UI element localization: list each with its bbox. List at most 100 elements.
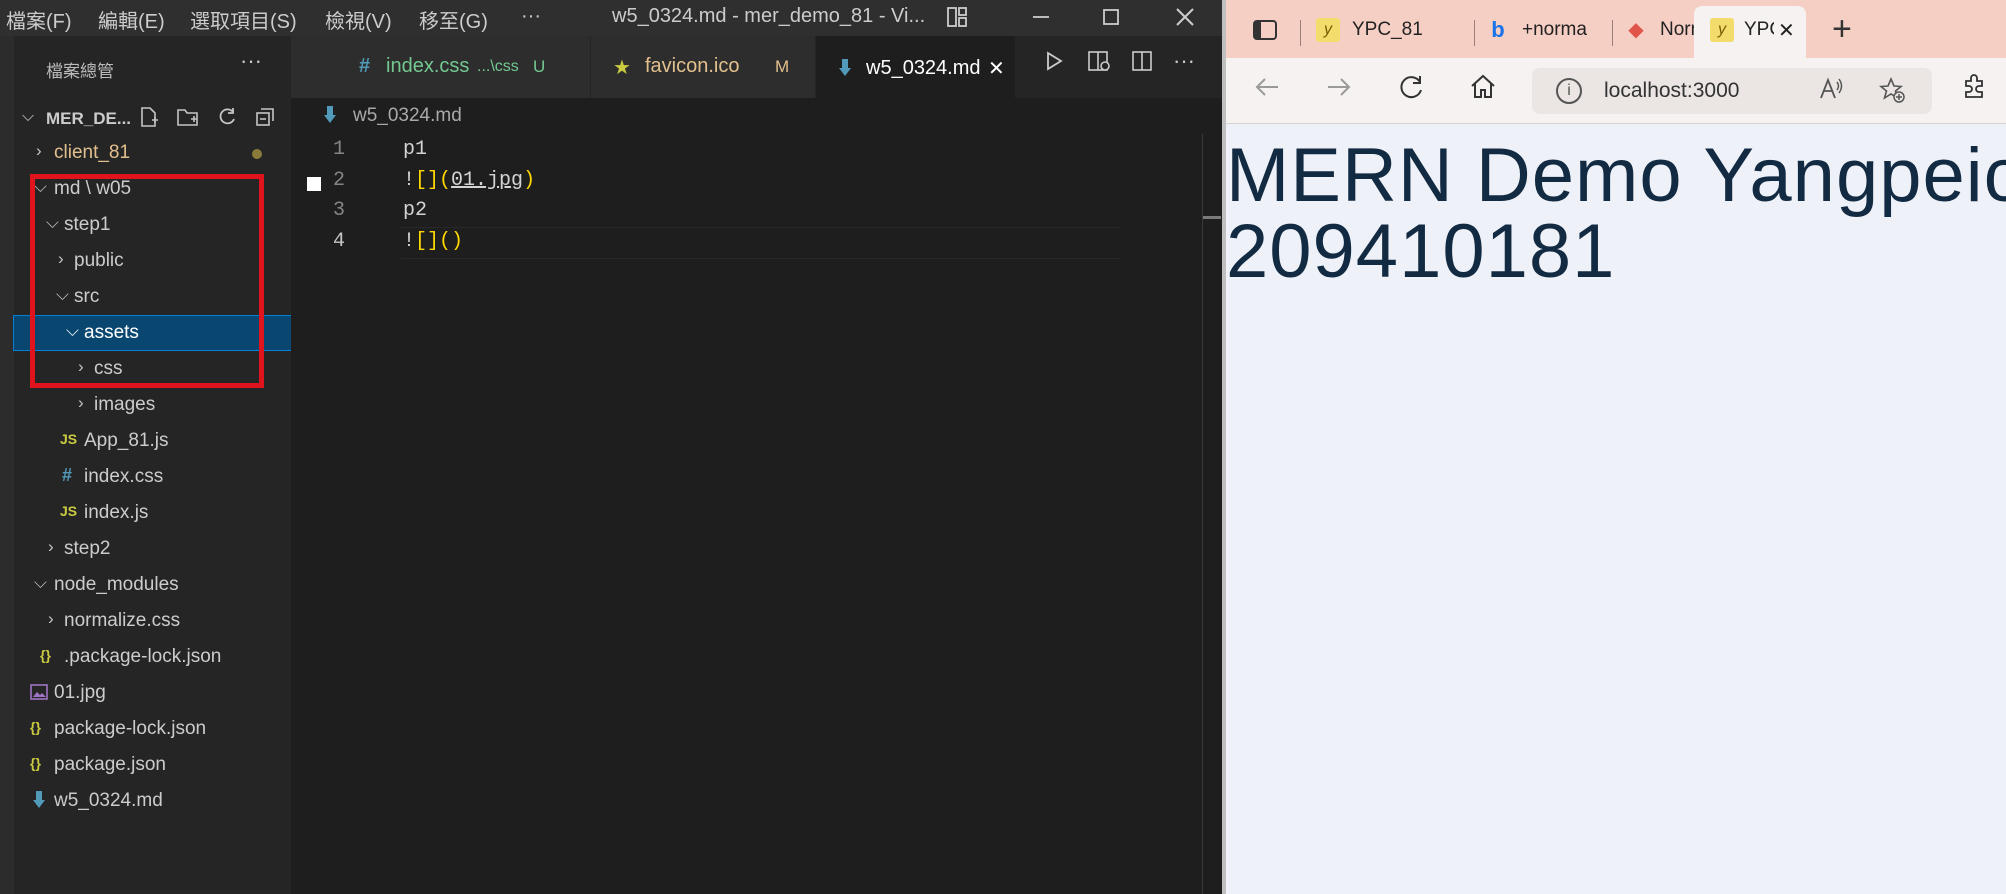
tab-index-css[interactable]: # index.css ...\css U <box>291 36 591 98</box>
breadcrumb: w5_0324.md <box>291 98 1222 134</box>
browser-tab-ypc-81[interactable]: y YPC_81 <box>1316 10 1466 52</box>
new-file-icon[interactable] <box>138 106 160 134</box>
new-tab-button[interactable]: + <box>1832 10 1852 49</box>
tree-item-label: w5_0324.md <box>54 790 163 811</box>
markdown-file-icon <box>838 58 852 84</box>
menu-view[interactable]: 檢視(V) <box>325 5 392 34</box>
home-icon[interactable] <box>1468 72 1498 109</box>
web-page-content: MERN Demo Yangpeici 209410181 <box>1226 124 2006 894</box>
tree-item-label: App_81.js <box>84 430 169 451</box>
chevron-down-icon: ⌵ <box>34 573 47 592</box>
menu-more[interactable]: ··· <box>521 5 541 28</box>
json-file-icon: {} <box>30 755 41 771</box>
browser-tab-label: YPC_81 <box>1352 19 1423 40</box>
extensions-icon[interactable] <box>1960 72 1988 107</box>
code-editor[interactable]: 1 p1 2 ![](01.jpg) 3 p2 4 ![]() <box>291 134 1222 894</box>
line-number: 3 <box>333 199 346 222</box>
menu-selection[interactable]: 選取項目(S) <box>190 5 297 34</box>
address-url[interactable]: localhost:3000 <box>1604 79 1739 103</box>
back-icon[interactable] <box>1252 72 1282 109</box>
tree-item-package-json[interactable]: {} package.json <box>14 748 291 782</box>
vscode-window: 檔案(F) 編輯(E) 選取項目(S) 檢視(V) 移至(G) ··· w5_0… <box>0 0 1222 894</box>
image-link[interactable]: 01.jpg <box>451 169 523 192</box>
title-bar: 檔案(F) 編輯(E) 選取項目(S) 檢視(V) 移至(G) ··· w5_0… <box>0 0 1222 36</box>
new-folder-icon[interactable] <box>176 106 200 134</box>
tree-item-step2[interactable]: › step2 <box>14 532 291 566</box>
chevron-right-icon: › <box>48 537 54 556</box>
tree-item-index-css[interactable]: # index.css <box>14 460 291 494</box>
refresh-icon[interactable] <box>1396 72 1426 109</box>
editor-scrollbar[interactable] <box>1202 134 1222 894</box>
open-preview-icon[interactable] <box>1087 50 1111 79</box>
yahoo-favicon-icon: y <box>1316 18 1340 42</box>
tree-item-w5-0324-md[interactable]: w5_0324.md <box>14 784 291 818</box>
minimize-icon[interactable] <box>1024 2 1058 32</box>
add-favorite-icon[interactable] <box>1878 76 1906 111</box>
tab-close-icon[interactable]: ✕ <box>988 56 1005 81</box>
window-title: w5_0324.md - mer_demo_81 - Vi... <box>612 5 926 27</box>
collapse-all-icon[interactable] <box>254 106 276 134</box>
chevron-right-icon: › <box>48 609 54 628</box>
tree-item-label: normalize.css <box>64 610 181 631</box>
highlight-annotation-box <box>30 174 264 388</box>
screen: 檔案(F) 編輯(E) 選取項目(S) 檢視(V) 移至(G) ··· w5_0… <box>0 0 2006 894</box>
browser-tab-label: YPC <box>1744 19 1774 40</box>
explorer-more-button[interactable]: ··· <box>240 48 262 74</box>
tree-item-normalize-css[interactable]: › normalize.css <box>14 604 291 638</box>
tab-label: index.css <box>386 55 470 77</box>
css-file-icon: # <box>359 55 371 77</box>
maximize-icon[interactable] <box>1094 2 1128 32</box>
refresh-icon[interactable] <box>216 106 238 134</box>
tree-item-images[interactable]: › images <box>14 388 291 422</box>
tree-item-client-81[interactable]: › client_81 <box>14 136 291 170</box>
js-file-icon: JS <box>60 503 78 519</box>
browser-window: y YPC_81 b +norma ◆ Normali y YPC ✕ + <box>1226 0 2006 894</box>
browser-tab-label: +norma <box>1522 19 1587 40</box>
tab-favicon-ico[interactable]: ★ favicon.ico M <box>591 36 816 98</box>
json-file-icon: {} <box>40 647 51 663</box>
browser-tab-ypc-active[interactable]: y YPC ✕ <box>1694 6 1806 58</box>
close-icon[interactable] <box>1168 2 1202 32</box>
tab-label: favicon.ico <box>645 55 740 77</box>
breadcrumb-file[interactable]: w5_0324.md <box>353 105 462 127</box>
menu-go[interactable]: 移至(G) <box>419 5 488 34</box>
tree-item-index-js[interactable]: JS index.js <box>14 496 291 530</box>
tree-item-dot-package-lock-json[interactable]: {} .package-lock.json <box>14 640 291 674</box>
browser-tab-bing-search[interactable]: b +norma <box>1486 10 1606 52</box>
code-line: ![]() <box>403 230 464 253</box>
forward-icon[interactable] <box>1324 72 1354 109</box>
editor-tab-bar: # index.css ...\css U ★ favicon.ico M w5… <box>291 36 1222 98</box>
tree-item-label: package.json <box>54 754 166 775</box>
explorer-sidebar: 檔案總管 ··· ⌵ MER_DE... › client_81 ⌵ md \ … <box>13 36 292 894</box>
tree-item-label: package-lock.json <box>54 718 207 739</box>
run-icon[interactable] <box>1043 50 1065 79</box>
read-aloud-icon[interactable] <box>1818 76 1844 109</box>
tab-status-badge: U <box>533 57 546 76</box>
tree-item-label: .package-lock.json <box>64 646 222 667</box>
tab-label: w5_0324.md <box>866 57 981 79</box>
more-actions-icon[interactable]: ··· <box>1173 48 1195 74</box>
site-info-icon[interactable]: i <box>1556 78 1582 104</box>
tab-actions-icon[interactable] <box>1252 18 1278 47</box>
scrollbar-thumb[interactable] <box>1203 216 1221 219</box>
tab-w5-0324-md[interactable]: w5_0324.md ✕ <box>816 36 1016 98</box>
tree-item-node-modules[interactable]: ⌵ node_modules <box>14 568 291 602</box>
split-editor-icon[interactable] <box>1131 50 1153 79</box>
browser-tab-bar: y YPC_81 b +norma ◆ Normali y YPC ✕ + <box>1226 0 2006 58</box>
activity-bar <box>0 36 14 894</box>
tab-status-badge: M <box>775 57 790 76</box>
menu-file[interactable]: 檔案(F) <box>6 5 72 34</box>
markdown-file-icon <box>32 790 46 813</box>
tree-item-01-jpg[interactable]: 01.jpg <box>14 676 291 710</box>
address-bar[interactable]: i localhost:3000 <box>1532 68 1932 114</box>
page-heading-title: MERN Demo Yangpeici <box>1226 133 2006 218</box>
browser-tab-close-icon[interactable]: ✕ <box>1778 18 1795 43</box>
tree-item-package-lock-json[interactable]: {} package-lock.json <box>14 712 291 746</box>
tree-item-app-81-js[interactable]: JS App_81.js <box>14 424 291 458</box>
current-line-highlight <box>401 227 1121 259</box>
modified-dot-icon <box>252 149 262 159</box>
layout-icon[interactable] <box>940 2 974 32</box>
menu-edit[interactable]: 編輯(E) <box>98 5 165 34</box>
project-root[interactable]: ⌵ MER_DE... <box>14 102 291 136</box>
tree-item-label: node_modules <box>54 574 179 595</box>
